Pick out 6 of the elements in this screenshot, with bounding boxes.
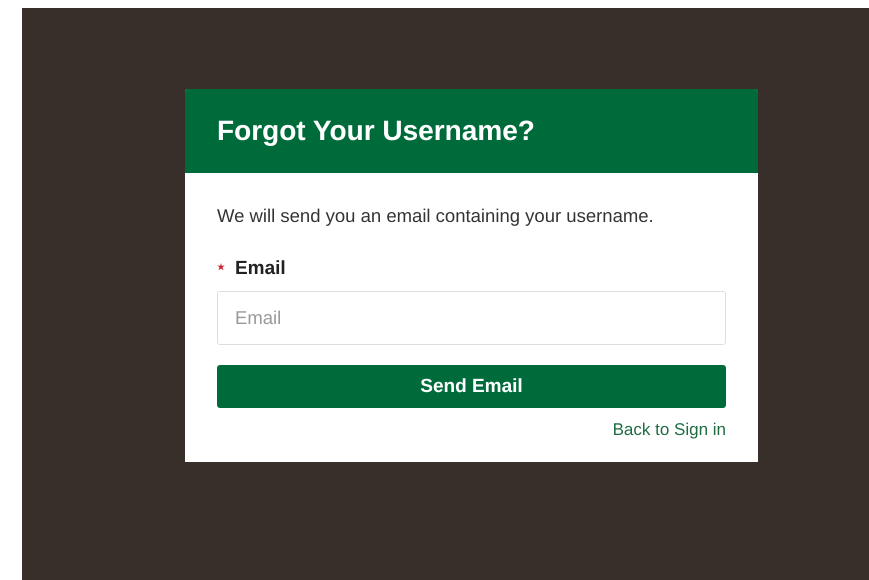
send-email-button[interactable]: Send Email (217, 365, 726, 408)
back-to-sign-in-link[interactable]: Back to Sign in (612, 420, 726, 440)
email-input-field[interactable]: Email (217, 291, 726, 345)
email-label: Email (235, 258, 286, 280)
description-text: We will send you an email containing your username. (217, 204, 655, 228)
dialog-title: Forgot Your Username? (217, 115, 535, 147)
